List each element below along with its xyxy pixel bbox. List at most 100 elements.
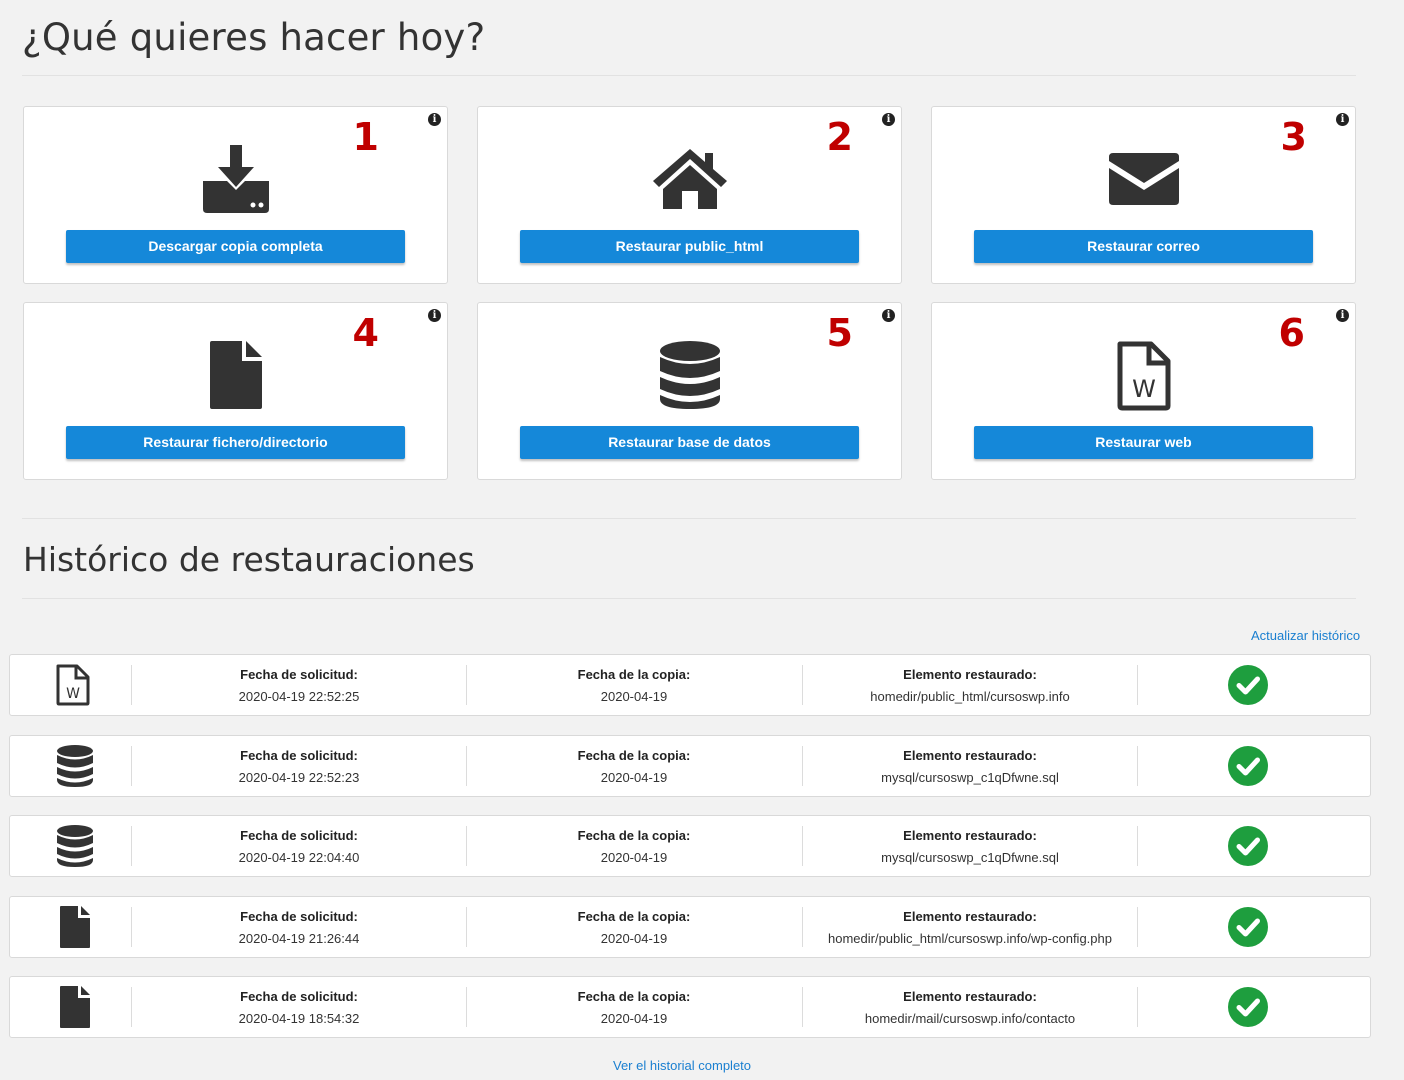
history-title-divider	[22, 598, 1356, 599]
column-divider	[1137, 746, 1138, 786]
request-date-cell: Fecha de solicitud: 2020-04-19 21:26:44	[132, 907, 466, 949]
restore-mail-button[interactable]: Restaurar correo	[974, 230, 1313, 263]
restored-element-cell: Elemento restaurado: homedir/public_html…	[803, 907, 1137, 949]
action-card-restore-web: 6 i W Restaurar web	[931, 302, 1356, 480]
restored-element-value: mysql/cursoswp_c1qDfwne.sql	[881, 850, 1059, 865]
info-icon[interactable]: i	[428, 113, 441, 126]
info-icon[interactable]: i	[882, 113, 895, 126]
info-icon[interactable]: i	[1336, 113, 1349, 126]
action-number: 4	[352, 311, 379, 355]
action-number: 3	[1280, 115, 1307, 159]
table-row: Fecha de solicitud: 2020-04-19 21:26:44 …	[9, 896, 1371, 958]
database-icon	[659, 341, 720, 414]
restored-element-cell: Elemento restaurado: homedir/public_html…	[803, 665, 1137, 707]
backup-date-value: 2020-04-19	[600, 1011, 668, 1026]
info-icon[interactable]: i	[882, 309, 895, 322]
success-check-icon	[1228, 665, 1268, 710]
backup-date-value: 2020-04-19	[600, 689, 668, 704]
request-date-label: Fecha de solicitud:	[240, 748, 358, 763]
action-number: 5	[826, 311, 853, 355]
column-divider	[1137, 987, 1138, 1027]
backup-date-label: Fecha de la copia:	[577, 667, 691, 682]
request-date-value: 2020-04-19 22:04:40	[238, 850, 360, 865]
request-date-value: 2020-04-19 22:52:25	[238, 689, 360, 704]
request-date-value: 2020-04-19 22:52:23	[238, 770, 360, 785]
restored-element-label: Elemento restaurado:	[903, 748, 1037, 763]
download-icon	[201, 143, 271, 218]
title-divider	[22, 75, 1356, 76]
section-divider	[22, 518, 1356, 519]
file-icon	[60, 906, 90, 953]
file-icon	[60, 986, 90, 1033]
request-date-cell: Fecha de solicitud: 2020-04-19 22:52:23	[132, 746, 466, 788]
backup-date-value: 2020-04-19	[600, 931, 668, 946]
action-number: 6	[1278, 311, 1305, 355]
file-icon	[209, 341, 262, 414]
envelope-icon	[1108, 153, 1179, 210]
restored-element-value: homedir/public_html/cursoswp.info/wp-con…	[828, 931, 1112, 946]
page-title: ¿Qué quieres hacer hoy?	[22, 16, 486, 59]
restore-file-button[interactable]: Restaurar fichero/directorio	[66, 426, 405, 459]
download-full-backup-button[interactable]: Descargar copia completa	[66, 230, 405, 263]
restored-element-label: Elemento restaurado:	[903, 989, 1037, 1004]
backup-date-label: Fecha de la copia:	[577, 828, 691, 843]
backup-date-cell: Fecha de la copia: 2020-04-19	[467, 746, 801, 788]
request-date-label: Fecha de solicitud:	[240, 828, 358, 843]
view-full-history-link[interactable]: Ver el historial completo	[613, 1058, 751, 1073]
restored-element-label: Elemento restaurado:	[903, 909, 1037, 924]
restore-web-button[interactable]: Restaurar web	[974, 426, 1313, 459]
action-card-restore-database: 5 i Restaurar base de datos	[477, 302, 902, 480]
backup-date-label: Fecha de la copia:	[577, 909, 691, 924]
request-date-cell: Fecha de solicitud: 2020-04-19 22:04:40	[132, 826, 466, 868]
wordpress-file-icon: W	[1117, 341, 1171, 416]
home-icon	[651, 147, 729, 216]
refresh-history-link[interactable]: Actualizar histórico	[1251, 628, 1360, 643]
action-card-download-full: 1 i Descargar copia completa	[23, 106, 448, 284]
wordpress-file-icon: W	[56, 664, 90, 711]
table-row: Fecha de solicitud: 2020-04-19 18:54:32 …	[9, 976, 1371, 1038]
request-date-label: Fecha de solicitud:	[240, 909, 358, 924]
backup-date-value: 2020-04-19	[600, 770, 668, 785]
info-icon[interactable]: i	[1336, 309, 1349, 322]
table-row: Fecha de solicitud: 2020-04-19 22:52:23 …	[9, 735, 1371, 797]
request-date-value: 2020-04-19 21:26:44	[238, 931, 360, 946]
history-title: Histórico de restauraciones	[23, 540, 475, 579]
database-icon	[57, 825, 93, 872]
action-number: 1	[352, 115, 379, 159]
backup-date-label: Fecha de la copia:	[577, 748, 691, 763]
restored-element-label: Elemento restaurado:	[903, 828, 1037, 843]
request-date-cell: Fecha de solicitud: 2020-04-19 18:54:32	[132, 987, 466, 1029]
success-check-icon	[1228, 907, 1268, 952]
restored-element-value: mysql/cursoswp_c1qDfwne.sql	[881, 770, 1059, 785]
column-divider	[1137, 907, 1138, 947]
action-card-restore-public-html: 2 i Restaurar public_html	[477, 106, 902, 284]
request-date-label: Fecha de solicitud:	[240, 989, 358, 1004]
action-card-restore-file: 4 i Restaurar fichero/directorio	[23, 302, 448, 480]
restore-public-html-button[interactable]: Restaurar public_html	[520, 230, 859, 263]
table-row: Fecha de solicitud: 2020-04-19 22:04:40 …	[9, 815, 1371, 877]
restored-element-label: Elemento restaurado:	[903, 667, 1037, 682]
database-icon	[57, 745, 93, 792]
svg-text:W: W	[66, 686, 80, 702]
success-check-icon	[1228, 746, 1268, 791]
restore-database-button[interactable]: Restaurar base de datos	[520, 426, 859, 459]
action-card-restore-mail: 3 i Restaurar correo	[931, 106, 1356, 284]
backup-date-value: 2020-04-19	[600, 850, 668, 865]
backup-date-cell: Fecha de la copia: 2020-04-19	[467, 907, 801, 949]
svg-text:W: W	[1132, 375, 1156, 403]
request-date-value: 2020-04-19 18:54:32	[238, 1011, 360, 1026]
column-divider	[1137, 826, 1138, 866]
restored-element-cell: Elemento restaurado: mysql/cursoswp_c1qD…	[803, 826, 1137, 868]
backup-date-cell: Fecha de la copia: 2020-04-19	[467, 987, 801, 1029]
backup-date-cell: Fecha de la copia: 2020-04-19	[467, 665, 801, 707]
request-date-cell: Fecha de solicitud: 2020-04-19 22:52:25	[132, 665, 466, 707]
restored-element-cell: Elemento restaurado: mysql/cursoswp_c1qD…	[803, 746, 1137, 788]
action-number: 2	[826, 115, 853, 159]
request-date-label: Fecha de solicitud:	[240, 667, 358, 682]
success-check-icon	[1228, 987, 1268, 1032]
success-check-icon	[1228, 826, 1268, 871]
info-icon[interactable]: i	[428, 309, 441, 322]
column-divider	[1137, 665, 1138, 705]
restored-element-value: homedir/public_html/cursoswp.info	[870, 689, 1070, 704]
backup-date-label: Fecha de la copia:	[577, 989, 691, 1004]
